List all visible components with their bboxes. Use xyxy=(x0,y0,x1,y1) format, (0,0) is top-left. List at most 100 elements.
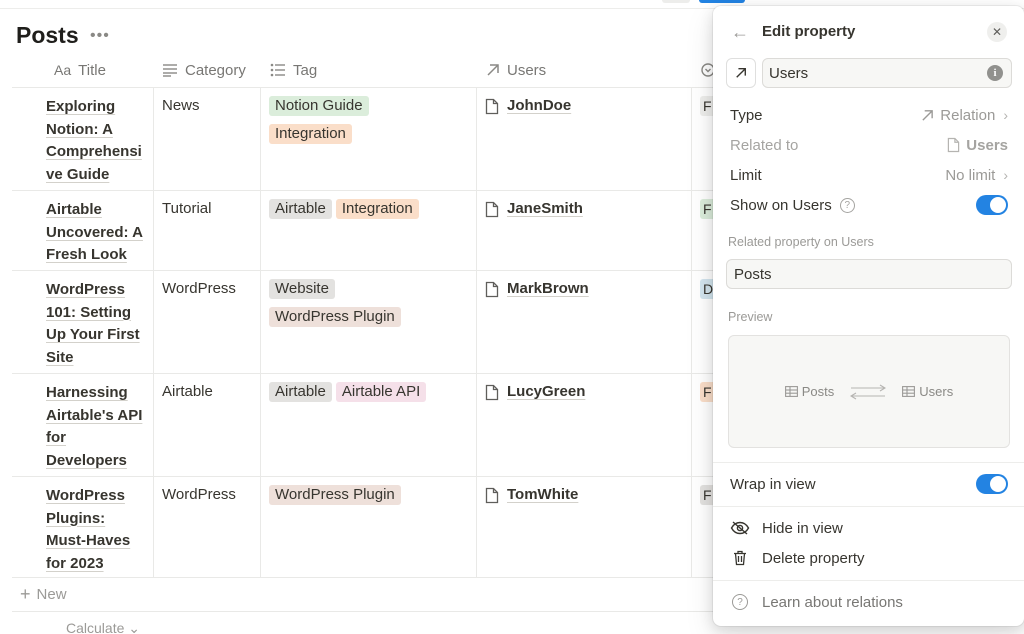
chevron-right-icon: › xyxy=(1003,107,1008,123)
help-icon[interactable]: ? xyxy=(839,197,855,213)
title-cell[interactable]: Exploring Notion: A Comprehensi ve Guide xyxy=(12,88,153,190)
calculate-button[interactable]: Calculate ⌄ xyxy=(66,620,140,634)
row-title-line: ve Guide xyxy=(46,165,110,183)
divider xyxy=(713,506,1024,507)
title-cell[interactable]: Airtable Uncovered: A Fresh Look xyxy=(12,191,153,270)
hide-in-view-label: Hide in view xyxy=(762,519,843,537)
property-name-input[interactable]: Users i xyxy=(762,58,1012,88)
tag-cell[interactable]: Airtable Integration xyxy=(260,191,476,270)
limit-row[interactable]: Limit No limit › xyxy=(730,163,1008,187)
type-row[interactable]: Type Relation › xyxy=(730,103,1008,127)
database-title[interactable]: Posts xyxy=(16,22,79,49)
type-value: Relation › xyxy=(921,107,1008,124)
category-cell[interactable]: Airtable xyxy=(153,374,260,476)
trash-icon xyxy=(730,550,750,566)
new-row-label: New xyxy=(36,586,67,603)
user-name: LucyGreen xyxy=(507,383,586,400)
related-to-value-text: Users xyxy=(966,136,1008,154)
property-icon-button[interactable] xyxy=(726,58,756,88)
page-icon xyxy=(485,487,499,504)
category-value: WordPress xyxy=(162,280,236,297)
tag-cell[interactable]: Notion Guide Integration xyxy=(260,88,476,190)
select-type-icon xyxy=(162,63,178,77)
column-header-tag[interactable]: Tag xyxy=(270,52,317,88)
wrap-row[interactable]: Wrap in view xyxy=(730,472,1008,496)
preview-label: Preview xyxy=(728,310,773,324)
user-relation-link[interactable]: LucyGreen xyxy=(485,382,683,402)
wrap-toggle[interactable] xyxy=(976,474,1008,494)
related-to-value: Users xyxy=(947,137,1008,154)
category-value: WordPress xyxy=(162,486,236,503)
delete-property-button[interactable]: Delete property xyxy=(730,546,865,570)
column-header-title[interactable]: Aa Title xyxy=(54,52,106,88)
column-header-label: Title xyxy=(78,61,106,79)
related-to-label: Related to xyxy=(730,136,799,154)
user-relation-link[interactable]: JohnDoe xyxy=(485,96,683,116)
relation-arrow-icon xyxy=(486,63,500,77)
column-header-users[interactable]: Users xyxy=(486,52,546,88)
users-cell[interactable]: MarkBrown xyxy=(476,271,691,373)
row-title-line: for 2023 xyxy=(46,554,104,572)
tag-chip: WordPress Plugin xyxy=(269,485,401,505)
tag-cell[interactable]: Website WordPress Plugin xyxy=(260,271,476,373)
category-cell[interactable]: WordPress xyxy=(153,271,260,373)
show-on-row[interactable]: Show on Users ? xyxy=(730,193,1008,217)
top-toolbar-new-button[interactable] xyxy=(699,0,745,3)
row-title-line: WordPress xyxy=(46,281,125,298)
category-cell[interactable]: WordPress xyxy=(153,477,260,577)
close-icon[interactable]: ✕ xyxy=(987,22,1007,42)
related-property-input[interactable]: Posts xyxy=(726,259,1012,289)
user-name: JohnDoe xyxy=(507,97,572,114)
relation-preview: Posts Users xyxy=(728,335,1010,448)
row-title-line: 101: Setting xyxy=(46,303,132,321)
tag-chip: Website xyxy=(269,279,335,299)
users-cell[interactable]: JohnDoe xyxy=(476,88,691,190)
tag-cell[interactable]: Airtable Airtable API xyxy=(260,374,476,476)
user-relation-link[interactable]: MarkBrown xyxy=(485,279,683,299)
tag-cell[interactable]: WordPress Plugin xyxy=(260,477,476,577)
bidirectional-arrows-icon xyxy=(850,384,887,400)
user-name: TomWhite xyxy=(507,486,579,503)
panel-title: Edit property xyxy=(762,23,856,40)
row-title-line: Notion: A xyxy=(46,120,113,138)
related-property-label: Related property on Users xyxy=(728,235,874,249)
learn-about-relations-link[interactable]: ? Learn about relations xyxy=(730,590,903,614)
limit-label: Limit xyxy=(730,166,762,184)
category-cell[interactable]: Tutorial xyxy=(153,191,260,270)
database-more-button[interactable]: ••• xyxy=(90,27,110,45)
users-cell[interactable]: JaneSmith xyxy=(476,191,691,270)
title-cell[interactable]: WordPress 101: Setting Up Your First Sit… xyxy=(12,271,153,373)
preview-source: Posts xyxy=(784,384,834,399)
row-title-line: Harnessing xyxy=(46,384,128,401)
row-title-line: Airtable xyxy=(46,201,102,218)
relation-arrow-icon xyxy=(736,68,746,78)
relation-arrow-icon xyxy=(922,109,934,121)
preview-target: Users xyxy=(902,384,953,399)
wrap-label: Wrap in view xyxy=(730,475,816,493)
users-cell[interactable]: LucyGreen xyxy=(476,374,691,476)
category-cell[interactable]: News xyxy=(153,88,260,190)
user-relation-link[interactable]: TomWhite xyxy=(485,485,683,505)
info-icon[interactable]: i xyxy=(987,65,1003,81)
title-cell[interactable]: Harnessing Airtable's API for Developers xyxy=(12,374,153,476)
user-name: MarkBrown xyxy=(507,280,589,297)
row-title-line: Must-Haves xyxy=(46,532,131,550)
top-toolbar-button[interactable] xyxy=(662,0,690,3)
hide-in-view-button[interactable]: Hide in view xyxy=(730,516,843,540)
row-title-line: Comprehensi xyxy=(46,143,142,161)
user-name: JaneSmith xyxy=(507,200,583,217)
page-icon xyxy=(485,281,499,298)
category-value: Tutorial xyxy=(162,200,212,217)
column-header-label: Users xyxy=(507,61,547,79)
limit-value-text: No limit xyxy=(945,166,996,184)
eye-slash-icon xyxy=(730,521,750,535)
row-title-line: Exploring xyxy=(46,98,116,115)
back-arrow-icon[interactable]: ← xyxy=(731,22,749,43)
show-on-toggle[interactable] xyxy=(976,195,1008,215)
column-header-category[interactable]: Category xyxy=(162,52,246,88)
users-cell[interactable]: TomWhite xyxy=(476,477,691,577)
page-icon xyxy=(485,384,499,401)
row-title-line: Developers xyxy=(46,451,127,469)
title-cell[interactable]: WordPress Plugins: Must-Haves for 2023 xyxy=(12,477,153,577)
user-relation-link[interactable]: JaneSmith xyxy=(485,199,683,219)
